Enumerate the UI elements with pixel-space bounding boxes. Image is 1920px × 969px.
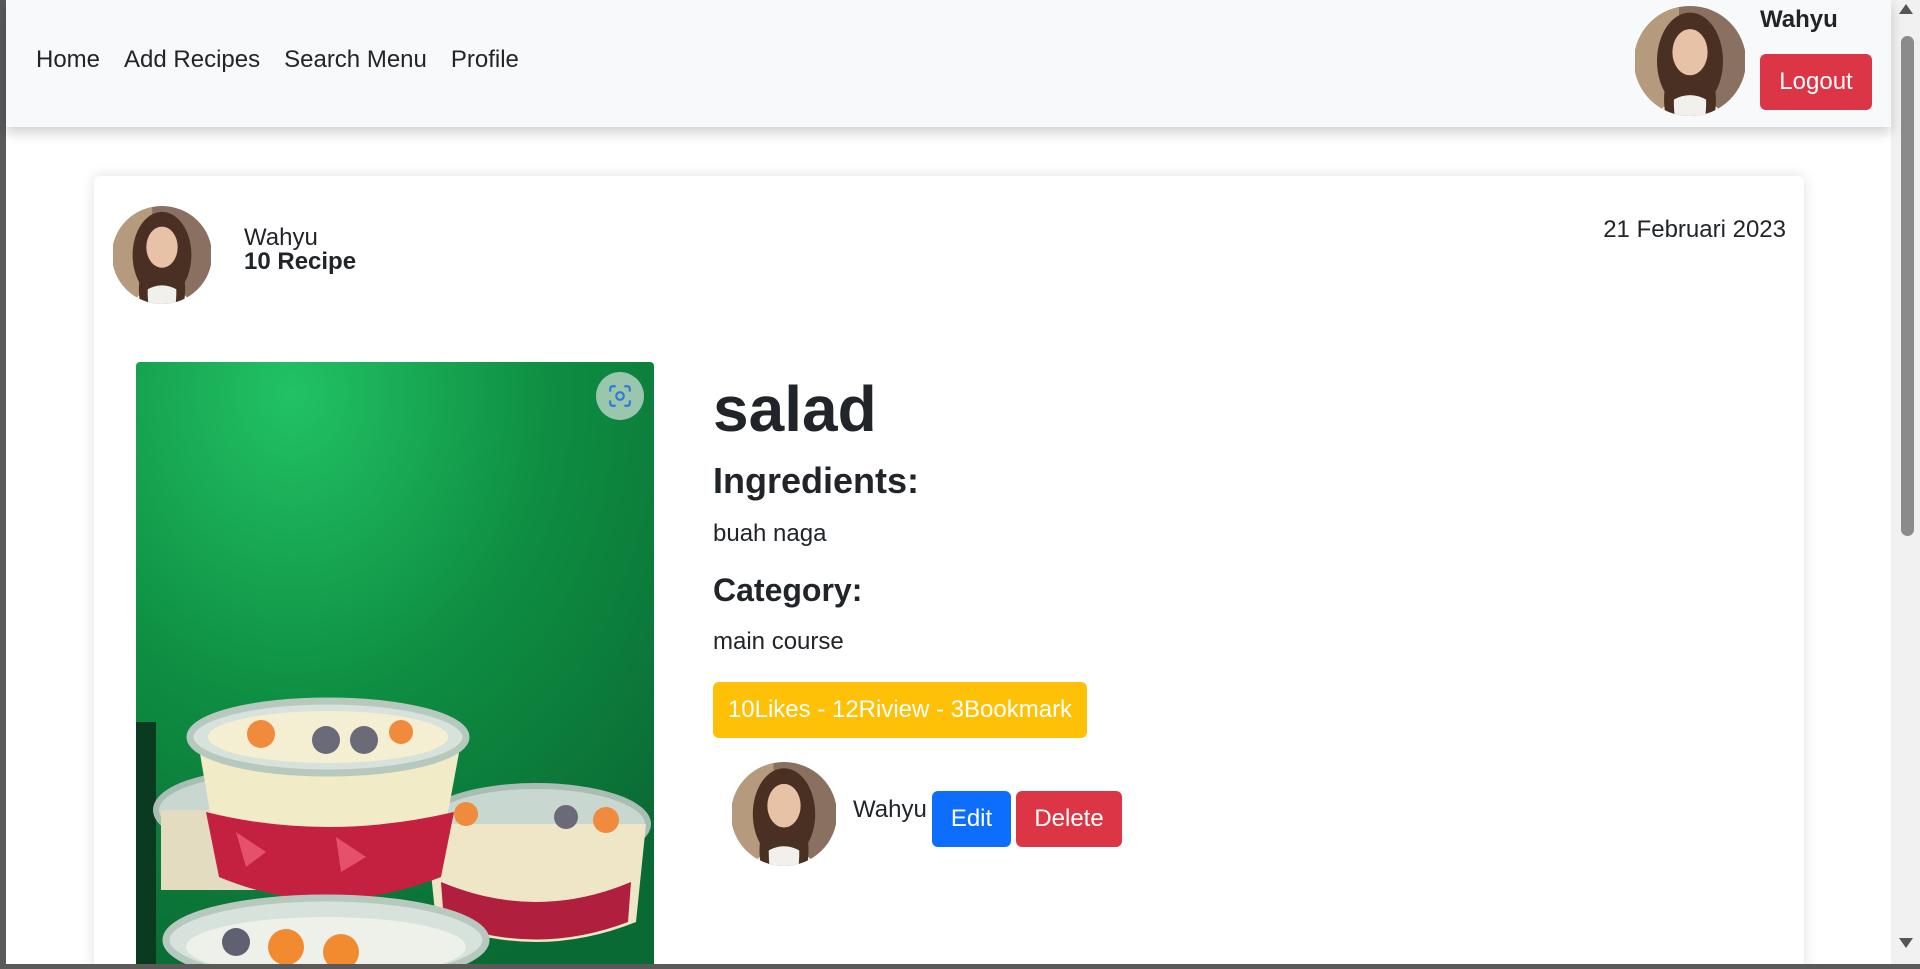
- recipe-image: [136, 362, 654, 969]
- nav-link-profile[interactable]: Profile: [451, 46, 519, 74]
- logout-button[interactable]: Logout: [1760, 54, 1872, 110]
- nav-link-search-menu[interactable]: Search Menu: [284, 46, 427, 74]
- user-avatar[interactable]: [1634, 6, 1746, 116]
- window-frame-bottom: [0, 964, 1920, 969]
- ingredients-text: buah naga: [713, 520, 827, 547]
- edit-button[interactable]: Edit: [932, 791, 1011, 847]
- owner-name: Wahyu: [853, 796, 927, 823]
- window-frame-left: [0, 0, 6, 969]
- author-avatar[interactable]: [112, 206, 212, 304]
- recipe-title: salad: [713, 373, 877, 445]
- scroll-down-arrow-icon[interactable]: [1899, 938, 1913, 948]
- scrollbar-thumb[interactable]: [1901, 36, 1914, 536]
- author-recipe-count: 10 Recipe: [244, 248, 357, 275]
- owner-avatar[interactable]: [731, 762, 837, 866]
- ingredients-heading: Ingredients:: [713, 460, 920, 501]
- category-heading: Category:: [713, 572, 863, 608]
- post-date: 21 Februari 2023: [1603, 216, 1786, 243]
- delete-button[interactable]: Delete: [1016, 791, 1122, 847]
- nav-username: Wahyu: [1760, 6, 1838, 33]
- scroll-up-arrow-icon[interactable]: [1899, 4, 1913, 14]
- recipe-card: Wahyu 10 Recipe 21 Februari 2023 salad I…: [94, 176, 1804, 969]
- nav-links: Home Add Recipes Search Menu Profile: [36, 46, 543, 74]
- scrollbar[interactable]: [1891, 0, 1920, 964]
- lens-scan-icon[interactable]: [596, 372, 644, 420]
- nav-link-add-recipes[interactable]: Add Recipes: [124, 46, 260, 74]
- navbar: Home Add Recipes Search Menu Profile Wah…: [6, 0, 1891, 127]
- nav-link-home[interactable]: Home: [36, 46, 100, 74]
- category-text: main course: [713, 628, 844, 655]
- recipe-stats-badge[interactable]: 10Likes - 12Riview - 3Bookmark: [713, 682, 1087, 738]
